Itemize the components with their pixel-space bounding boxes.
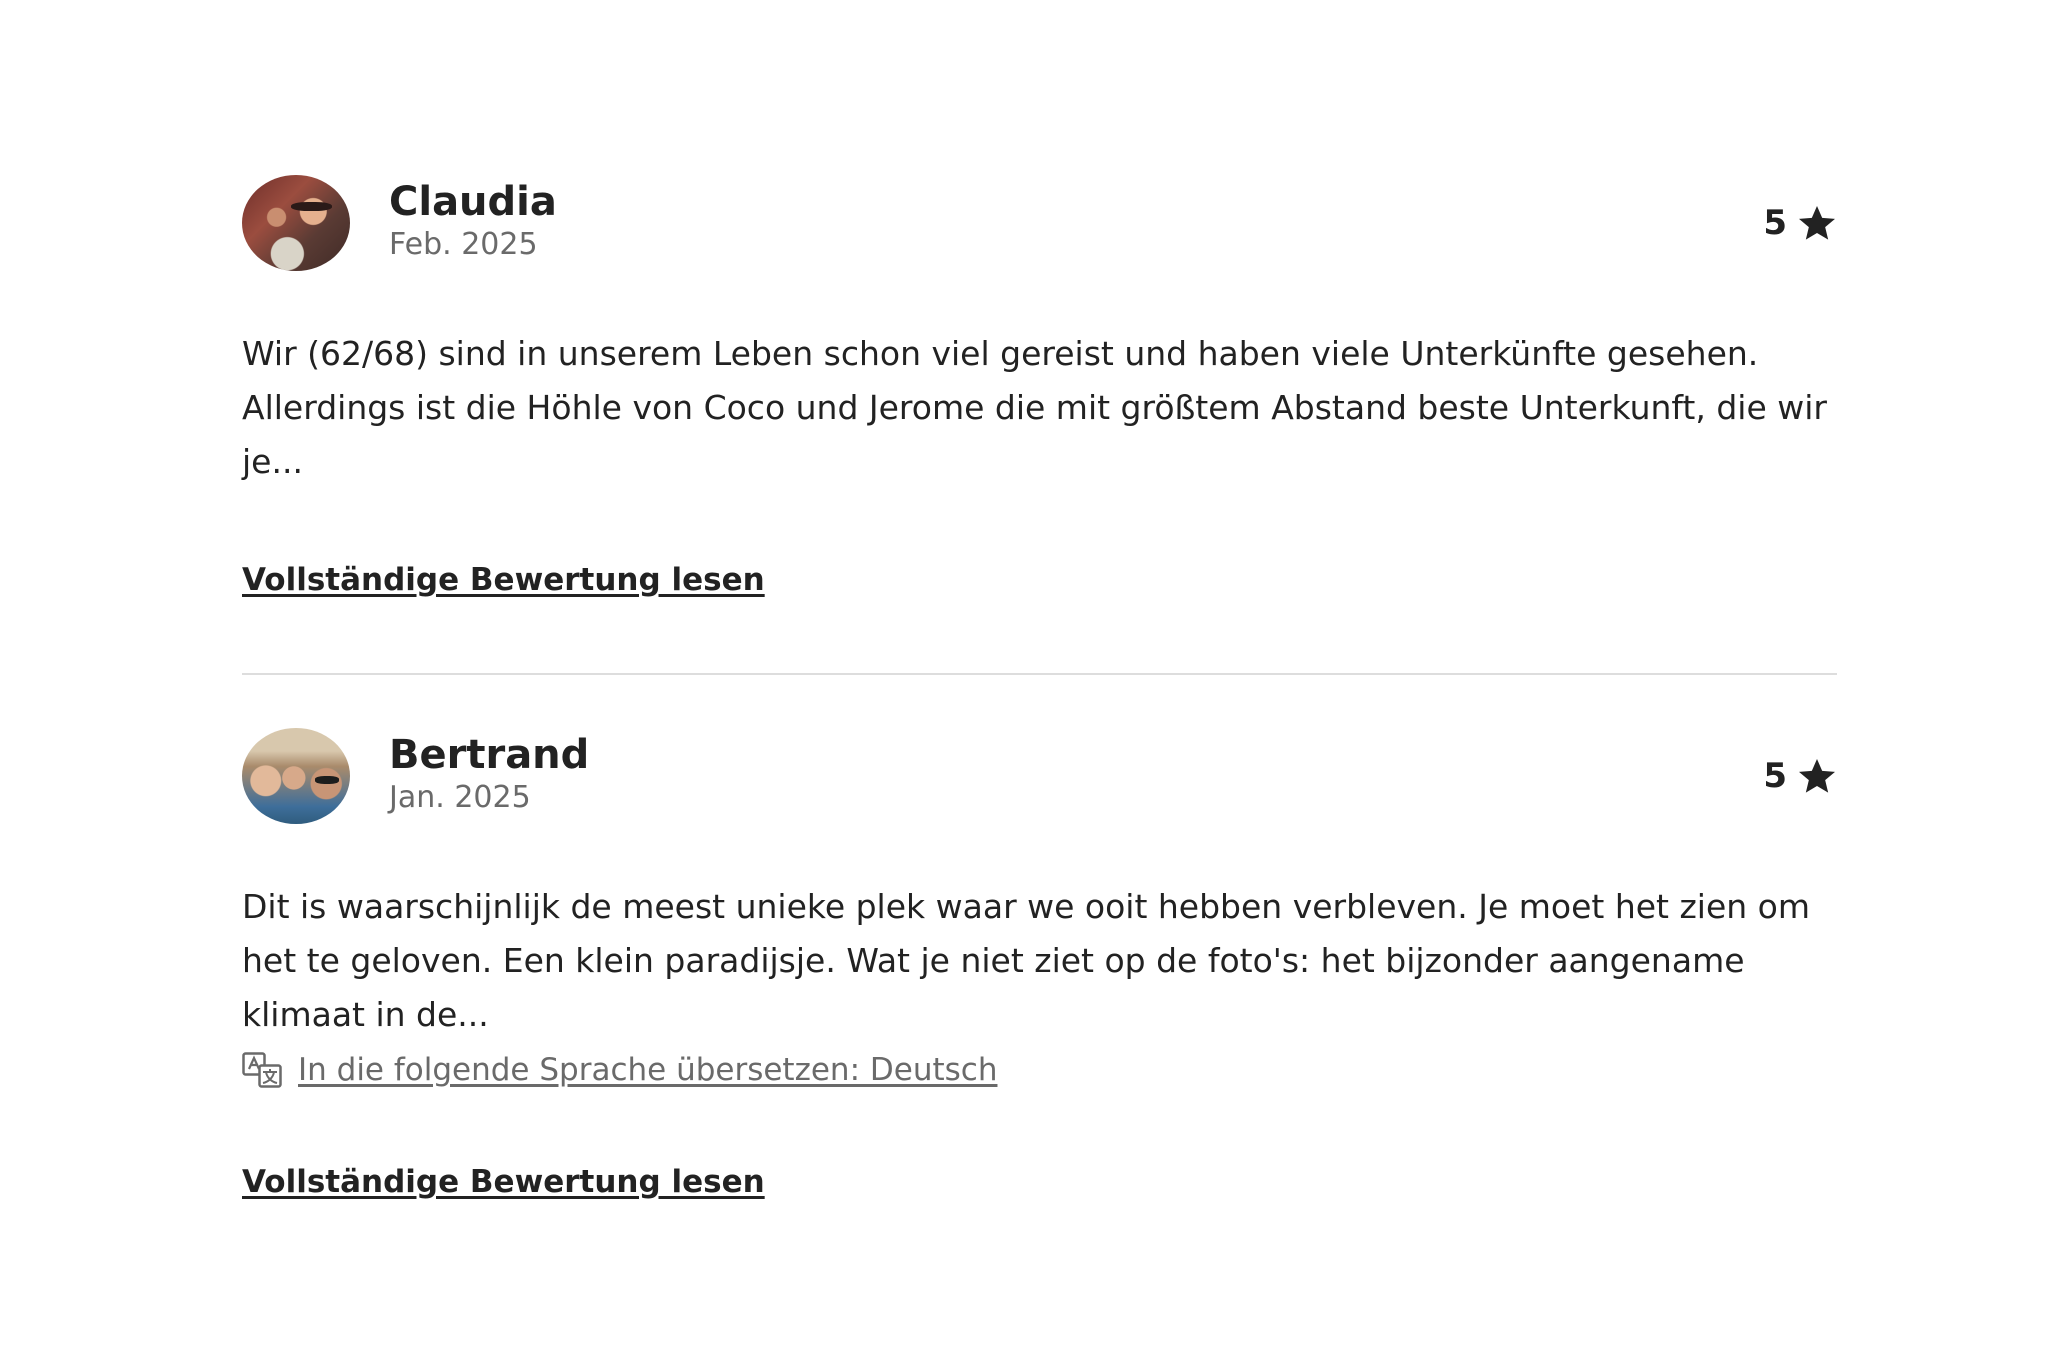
review-divider <box>242 673 1837 675</box>
translate-icon <box>242 1052 282 1088</box>
read-full-review-link[interactable]: Vollständige Bewertung lesen <box>242 1164 765 1200</box>
rating-value: 5 <box>1763 756 1787 796</box>
avatar[interactable] <box>242 728 350 824</box>
review-item: Bertrand Jan. 2025 5 Dit is waarschijnli… <box>242 728 1837 1200</box>
star-icon <box>1799 759 1835 793</box>
review-header: Bertrand Jan. 2025 5 <box>242 728 1837 828</box>
avatar[interactable] <box>242 175 350 271</box>
translate-row[interactable]: In die folgende Sprache übersetzen: Deut… <box>242 1052 997 1088</box>
rating-value: 5 <box>1763 203 1787 243</box>
reviewer-name[interactable]: Bertrand <box>389 732 589 778</box>
review-date: Jan. 2025 <box>389 780 531 815</box>
read-full-review-link[interactable]: Vollständige Bewertung lesen <box>242 562 765 598</box>
rating: 5 <box>1763 203 1837 243</box>
review-text: Dit is waarschijnlijk de meest unieke pl… <box>242 887 1811 1034</box>
translate-link[interactable]: In die folgende Sprache übersetzen: Deut… <box>298 1052 997 1088</box>
review-item: Claudia Feb. 2025 5 Wir (62/68) sind in … <box>242 175 1837 598</box>
reviewer-name[interactable]: Claudia <box>389 179 557 225</box>
review-header: Claudia Feb. 2025 5 <box>242 175 1837 275</box>
rating: 5 <box>1763 756 1837 796</box>
star-icon <box>1799 206 1835 240</box>
review-date: Feb. 2025 <box>389 227 538 262</box>
review-text: Wir (62/68) sind in unserem Leben schon … <box>242 334 1827 481</box>
